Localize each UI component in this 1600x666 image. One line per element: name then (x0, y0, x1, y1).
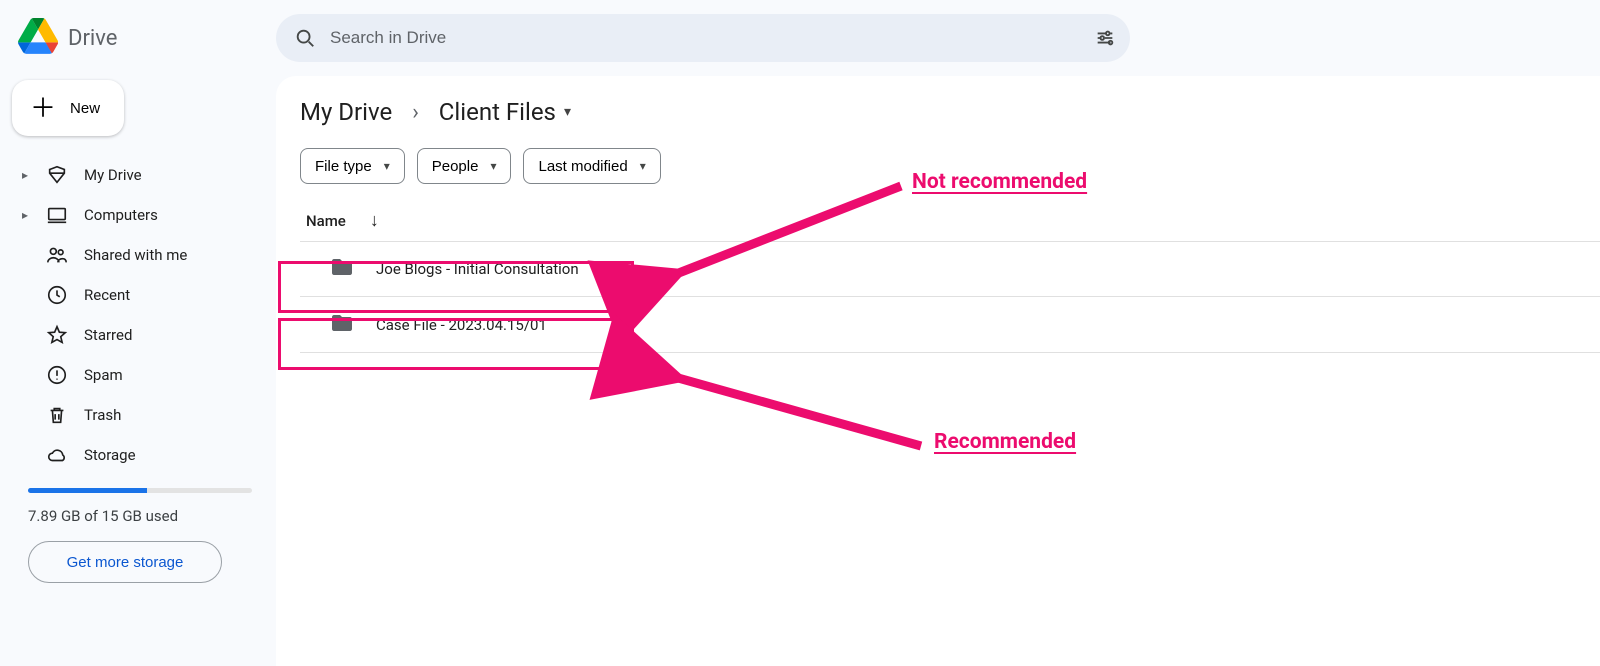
chip-label: Last modified (538, 158, 627, 175)
sidebar-nav: ▸ My Drive ▸ Computers Shared with me Re… (0, 156, 276, 474)
breadcrumb-current[interactable]: Client Files ▾ (439, 98, 571, 126)
sidebar-item-computers[interactable]: ▸ Computers (4, 196, 264, 234)
caret-down-icon: ▾ (640, 159, 646, 173)
new-button-label: New (70, 100, 100, 117)
sidebar-item-label: My Drive (84, 166, 142, 184)
search-options-icon[interactable] (1094, 27, 1116, 49)
breadcrumb-root[interactable]: My Drive (300, 98, 392, 126)
sidebar-item-label: Trash (84, 406, 121, 424)
sidebar-item-storage[interactable]: Storage (4, 436, 264, 474)
sidebar-item-my-drive[interactable]: ▸ My Drive (4, 156, 264, 194)
sidebar-item-label: Spam (84, 366, 123, 384)
spam-icon (46, 364, 68, 386)
file-name: Joe Blogs - Initial Consultation (376, 260, 579, 278)
chevron-right-icon: › (412, 100, 419, 125)
drive-logo-icon (18, 18, 58, 58)
get-more-storage-button[interactable]: Get more storage (28, 541, 222, 583)
sidebar-item-spam[interactable]: Spam (4, 356, 264, 394)
table-row[interactable]: Joe Blogs - Initial Consultation (300, 241, 1600, 297)
search-bar[interactable] (276, 14, 1130, 62)
chevron-right-icon: ▸ (20, 208, 30, 222)
table-row[interactable]: Case File - 2023.04.15/01 (300, 297, 1600, 353)
content-panel: My Drive › Client Files ▾ File type ▾ Pe… (276, 76, 1600, 666)
computer-icon (46, 204, 68, 226)
sort-arrow-down-icon[interactable]: ↓ (370, 210, 379, 231)
plus-icon: ＋ (30, 95, 56, 121)
filter-chips: File type ▾ People ▾ Last modified ▾ (300, 148, 1600, 184)
column-name[interactable]: Name (306, 212, 346, 230)
mydrive-icon (46, 164, 68, 186)
brand[interactable]: Drive (0, 0, 276, 76)
sidebar-item-label: Starred (84, 326, 132, 344)
cloud-icon (46, 444, 68, 466)
sidebar-item-label: Storage (84, 446, 136, 464)
caret-down-icon: ▾ (384, 159, 390, 173)
star-icon (46, 324, 68, 346)
caret-down-icon: ▾ (564, 104, 571, 120)
chip-label: People (432, 158, 479, 175)
sidebar-item-label: Recent (84, 286, 130, 304)
clock-icon (46, 284, 68, 306)
breadcrumb-current-label: Client Files (439, 98, 556, 126)
trash-icon (46, 404, 68, 426)
chip-last-modified[interactable]: Last modified ▾ (523, 148, 660, 184)
folder-icon (330, 311, 354, 339)
sidebar-item-shared[interactable]: Shared with me (4, 236, 264, 274)
storage-bar (28, 488, 252, 493)
chip-people[interactable]: People ▾ (417, 148, 512, 184)
chip-label: File type (315, 158, 372, 175)
search-input[interactable] (330, 28, 1080, 48)
chevron-right-icon: ▸ (20, 168, 30, 182)
file-list: Joe Blogs - Initial Consultation Case Fi… (300, 241, 1600, 353)
folder-icon (330, 255, 354, 283)
people-icon (46, 244, 68, 266)
brand-name: Drive (68, 26, 117, 51)
chip-file-type[interactable]: File type ▾ (300, 148, 405, 184)
sidebar-item-label: Computers (84, 206, 158, 224)
sidebar-item-starred[interactable]: Starred (4, 316, 264, 354)
search-icon (294, 27, 316, 49)
caret-down-icon: ▾ (490, 159, 496, 173)
column-headers: Name ↓ (300, 210, 1600, 231)
new-button[interactable]: ＋ New (12, 80, 124, 136)
storage-usage-text: 7.89 GB of 15 GB used (28, 507, 252, 525)
sidebar-item-trash[interactable]: Trash (4, 396, 264, 434)
file-name: Case File - 2023.04.15/01 (376, 316, 547, 334)
sidebar-item-recent[interactable]: Recent (4, 276, 264, 314)
sidebar-item-label: Shared with me (84, 246, 187, 264)
breadcrumb: My Drive › Client Files ▾ (300, 98, 1600, 126)
